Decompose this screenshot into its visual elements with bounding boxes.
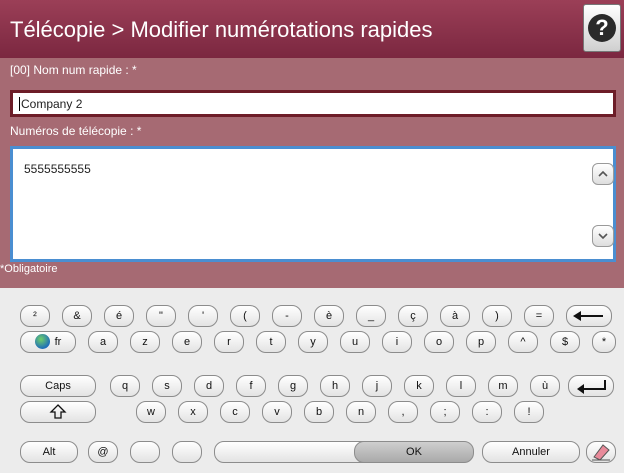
key[interactable]: j bbox=[362, 375, 392, 397]
key[interactable]: ^ bbox=[508, 331, 538, 353]
key[interactable]: ! bbox=[514, 401, 544, 423]
key[interactable]: , bbox=[388, 401, 418, 423]
key[interactable]: - bbox=[272, 305, 302, 327]
key[interactable]: ² bbox=[20, 305, 50, 327]
key[interactable]: _ bbox=[356, 305, 386, 327]
key[interactable]: = bbox=[524, 305, 554, 327]
name-value: Company 2 bbox=[21, 97, 83, 111]
backspace-key[interactable] bbox=[566, 305, 612, 327]
key[interactable]: r bbox=[214, 331, 244, 353]
help-icon: ? bbox=[588, 14, 616, 42]
key[interactable]: t bbox=[256, 331, 286, 353]
fax-number-value: 5555555555 bbox=[24, 162, 91, 176]
key[interactable]: l bbox=[446, 375, 476, 397]
text-caret bbox=[19, 97, 20, 111]
key[interactable]: x bbox=[178, 401, 208, 423]
key[interactable]: c bbox=[220, 401, 250, 423]
chevron-up-icon bbox=[598, 170, 608, 177]
key[interactable]: k bbox=[404, 375, 434, 397]
chevron-down-icon bbox=[598, 233, 608, 240]
key[interactable]: q bbox=[110, 375, 140, 397]
key[interactable]: é bbox=[104, 305, 134, 327]
key[interactable]: ) bbox=[482, 305, 512, 327]
key[interactable]: h bbox=[320, 375, 350, 397]
key[interactable]: ( bbox=[230, 305, 260, 327]
page-title: Télécopie > Modifier numérotations rapid… bbox=[10, 17, 433, 42]
help-button[interactable]: ? bbox=[583, 4, 621, 52]
enter-arrow-icon bbox=[577, 380, 606, 394]
key[interactable]: ' bbox=[188, 305, 218, 327]
key[interactable]: s bbox=[152, 375, 182, 397]
globe-icon bbox=[34, 333, 50, 349]
language-key[interactable]: fr bbox=[20, 331, 76, 353]
cancel-button[interactable]: Annuler bbox=[482, 441, 580, 463]
key[interactable]: y bbox=[298, 331, 328, 353]
speed-dial-edit-screen: Télécopie > Modifier numérotations rapid… bbox=[0, 0, 624, 473]
at-key[interactable]: @ bbox=[88, 441, 118, 463]
key[interactable]: ; bbox=[430, 401, 460, 423]
key[interactable]: ç bbox=[398, 305, 428, 327]
key[interactable]: u bbox=[340, 331, 370, 353]
key[interactable]: d bbox=[194, 375, 224, 397]
key[interactable]: è bbox=[314, 305, 344, 327]
key[interactable]: f bbox=[236, 375, 266, 397]
key[interactable]: v bbox=[262, 401, 292, 423]
clear-key[interactable] bbox=[586, 441, 616, 463]
title-bar: Télécopie > Modifier numérotations rapid… bbox=[0, 0, 624, 58]
required-note: *Obligatoire bbox=[0, 263, 58, 275]
space-key[interactable] bbox=[214, 441, 374, 463]
key[interactable]: $ bbox=[550, 331, 580, 353]
key[interactable]: g bbox=[278, 375, 308, 397]
fax-numbers-field[interactable]: 5555555555 bbox=[10, 146, 616, 262]
key[interactable]: b bbox=[304, 401, 334, 423]
name-label: [00] Nom num rapide : * bbox=[10, 63, 137, 77]
speed-dial-name-input[interactable]: Company 2 bbox=[10, 90, 616, 117]
eraser-icon bbox=[592, 444, 610, 461]
key[interactable]: w bbox=[136, 401, 166, 423]
key[interactable]: p bbox=[466, 331, 496, 353]
key[interactable]: m bbox=[488, 375, 518, 397]
key[interactable]: a bbox=[88, 331, 118, 353]
dot-key[interactable] bbox=[130, 441, 160, 463]
alt-key[interactable]: Alt bbox=[20, 441, 78, 463]
shift-key[interactable] bbox=[20, 401, 96, 423]
underscore-key[interactable] bbox=[172, 441, 202, 463]
key[interactable]: n bbox=[346, 401, 376, 423]
on-screen-keyboard: ² & é " ' ( - è _ ç à ) = fr a z e r t y… bbox=[0, 288, 624, 473]
key[interactable]: e bbox=[172, 331, 202, 353]
shift-arrow-icon bbox=[49, 404, 67, 419]
key[interactable]: * bbox=[592, 331, 616, 353]
key[interactable]: à bbox=[440, 305, 470, 327]
fax-numbers-label: Numéros de télécopie : * bbox=[10, 124, 142, 138]
key[interactable]: : bbox=[472, 401, 502, 423]
scroll-down-button[interactable] bbox=[592, 225, 614, 247]
language-label: fr bbox=[54, 336, 62, 348]
key[interactable]: & bbox=[62, 305, 92, 327]
key[interactable]: z bbox=[130, 331, 160, 353]
ok-button[interactable]: OK bbox=[354, 441, 474, 463]
scroll-up-button[interactable] bbox=[592, 163, 614, 185]
key[interactable]: ù bbox=[530, 375, 560, 397]
key[interactable]: " bbox=[146, 305, 176, 327]
form-panel: [00] Nom num rapide : * Company 2 Numéro… bbox=[0, 58, 624, 288]
caps-key[interactable]: Caps bbox=[20, 375, 96, 397]
key[interactable]: i bbox=[382, 331, 412, 353]
backspace-arrow-icon bbox=[573, 311, 603, 321]
key[interactable]: o bbox=[424, 331, 454, 353]
enter-key[interactable] bbox=[568, 375, 614, 397]
